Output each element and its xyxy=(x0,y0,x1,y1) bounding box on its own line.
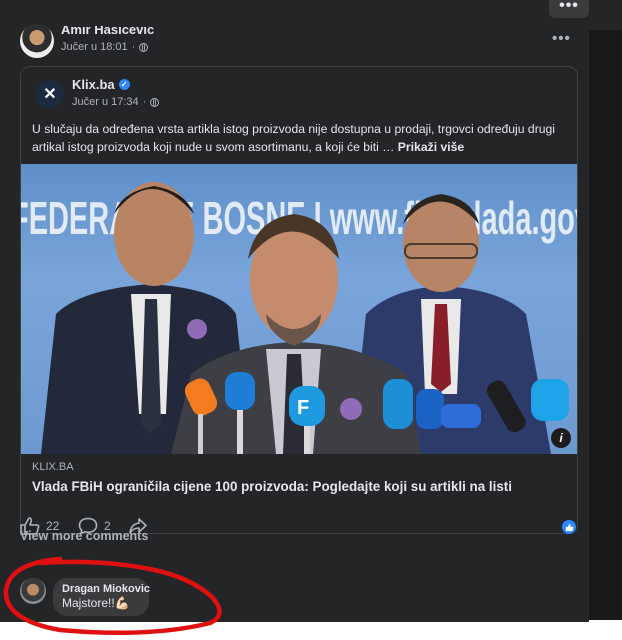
news-photo[interactable]: FEDERACIJE BOSNE I www.fbihvlada.gov xyxy=(21,164,577,454)
author-avatar[interactable] xyxy=(20,24,54,58)
post-more-options-button[interactable]: ••• xyxy=(552,30,571,47)
post-meta: Jučer u 18:01 · xyxy=(61,41,149,53)
svg-text:F: F xyxy=(297,397,309,419)
right-panel xyxy=(589,30,622,620)
shared-post-body: U slučaju da određena vrsta artikla isto… xyxy=(32,122,556,154)
post-author-name[interactable]: Amir Hasicevic xyxy=(61,26,154,37)
commenter-avatar[interactable] xyxy=(20,578,46,604)
post-timestamp[interactable]: Jučer u 18:01 xyxy=(61,41,128,53)
like-reaction-badge[interactable] xyxy=(562,520,576,534)
link-domain: KLIX.BA xyxy=(32,461,74,473)
press-conference-image: FEDERACIJE BOSNE I www.fbihvlada.gov xyxy=(21,182,577,454)
globe-icon xyxy=(139,42,149,52)
top-more-options-button[interactable]: ••• xyxy=(549,0,589,18)
see-more-link[interactable]: Prikaži više xyxy=(398,140,464,154)
klix-logo[interactable]: ✕ xyxy=(36,80,64,108)
verified-icon: ✓ xyxy=(118,79,130,90)
comment-author[interactable]: Dragan Miokovic xyxy=(62,583,150,595)
shared-source: Klix.ba ✓ xyxy=(72,77,130,92)
shared-post-card[interactable]: ✕ Klix.ba ✓ Jučer u 17:34 · U slučaju da… xyxy=(20,66,578,534)
view-more-comments-link[interactable]: View more comments xyxy=(20,529,148,543)
globe-icon xyxy=(150,97,160,107)
link-title[interactable]: Vlada FBiH ograničila cijene 100 proizvo… xyxy=(32,479,512,494)
shared-source-name[interactable]: Klix.ba xyxy=(72,77,115,92)
shared-timestamp[interactable]: Jučer u 17:34 xyxy=(72,96,139,108)
shared-post-text: U slučaju da određena vrsta artikla isto… xyxy=(32,120,566,156)
info-icon[interactable]: i xyxy=(551,428,571,448)
thumbs-up-icon xyxy=(565,523,573,531)
comment-text: Majstore!!💪🏻 xyxy=(62,596,130,610)
comment-bubble: Dragan Miokovic Majstore!!💪🏻 xyxy=(53,578,150,616)
shared-meta: Jučer u 17:34 · xyxy=(72,96,160,108)
